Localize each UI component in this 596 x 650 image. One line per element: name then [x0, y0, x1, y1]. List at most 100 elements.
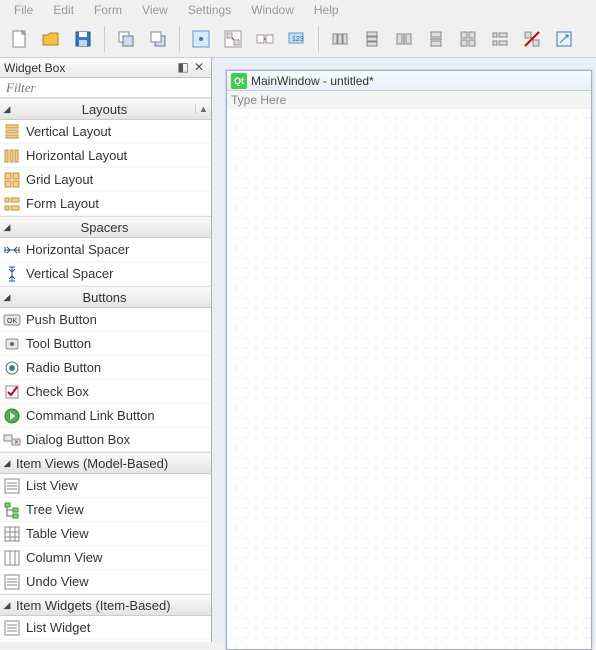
- widget-undo-view[interactable]: Undo View: [0, 570, 211, 594]
- widget-label: Tool Button: [26, 336, 91, 351]
- dialog-button-box-icon: ✕: [2, 430, 22, 450]
- form-title-label: MainWindow - untitled*: [251, 74, 374, 88]
- save-button[interactable]: [68, 24, 98, 54]
- menu-settings[interactable]: Settings: [178, 1, 241, 19]
- radio-button-icon: [2, 358, 22, 378]
- widget-column-view[interactable]: Column View: [0, 546, 211, 570]
- widget-label: Radio Button: [26, 360, 101, 375]
- widget-label: Vertical Spacer: [26, 266, 113, 281]
- layout-vertical-button[interactable]: [357, 24, 387, 54]
- tool-button-icon: [2, 334, 22, 354]
- collapse-arrow-icon: ◢: [0, 600, 14, 611]
- scroll-up-icon[interactable]: ▲: [195, 104, 211, 114]
- break-layout-button[interactable]: [517, 24, 547, 54]
- design-canvas[interactable]: Qt MainWindow - untitled* Type Here: [212, 58, 596, 642]
- menu-file[interactable]: File: [4, 1, 43, 19]
- new-form-button[interactable]: [4, 24, 34, 54]
- edit-buddies-button[interactable]: [250, 24, 280, 54]
- edit-taborder-button[interactable]: 123: [282, 24, 312, 54]
- layout-form-button[interactable]: [485, 24, 515, 54]
- widget-radio-button[interactable]: Radio Button: [0, 356, 211, 380]
- tree-view-icon: [2, 500, 22, 520]
- panel-float-button[interactable]: ◧: [175, 60, 191, 76]
- form-layout-icon: [2, 194, 22, 214]
- widget-tree[interactable]: ◢ Layouts ▲ Vertical Layout Horizontal L…: [0, 98, 211, 642]
- widget-tool-button[interactable]: Tool Button: [0, 332, 211, 356]
- widget-table-view[interactable]: Table View: [0, 522, 211, 546]
- list-view-icon: [2, 476, 22, 496]
- category-spacers[interactable]: ◢ Spacers: [0, 216, 211, 238]
- panel-close-button[interactable]: ✕: [191, 60, 207, 76]
- widget-label: List View: [26, 478, 78, 493]
- toolbar-separator: [179, 26, 180, 52]
- widget-form-layout[interactable]: Form Layout: [0, 192, 211, 216]
- type-here-placeholder[interactable]: Type Here: [231, 93, 286, 107]
- form-central-widget[interactable]: [227, 109, 591, 649]
- form-menubar[interactable]: Type Here: [227, 91, 591, 109]
- layout-horizontal-splitter-button[interactable]: [389, 24, 419, 54]
- collapse-arrow-icon: ◢: [0, 104, 14, 115]
- widget-vertical-layout[interactable]: Vertical Layout: [0, 120, 211, 144]
- menu-view[interactable]: View: [132, 1, 178, 19]
- menubar: File Edit Form View Settings Window Help: [0, 0, 596, 20]
- adjust-size-button[interactable]: [549, 24, 579, 54]
- menu-window[interactable]: Window: [241, 1, 304, 19]
- svg-text:✕: ✕: [14, 440, 19, 446]
- collapse-arrow-icon: ◢: [0, 292, 14, 303]
- filter-input[interactable]: [0, 78, 211, 98]
- widget-list-view[interactable]: List View: [0, 474, 211, 498]
- widget-push-button[interactable]: OK Push Button: [0, 308, 211, 332]
- widget-label: Vertical Layout: [26, 124, 111, 139]
- send-back-button[interactable]: [111, 24, 141, 54]
- widget-label: Tree View: [26, 502, 84, 517]
- widget-label: Horizontal Spacer: [26, 242, 129, 257]
- layout-horizontal-button[interactable]: [325, 24, 355, 54]
- layout-grid-button[interactable]: [453, 24, 483, 54]
- panel-titlebar: Widget Box ◧ ✕: [0, 58, 211, 78]
- widget-tree-view[interactable]: Tree View: [0, 498, 211, 522]
- category-layouts[interactable]: ◢ Layouts ▲: [0, 98, 211, 120]
- menu-edit[interactable]: Edit: [43, 1, 84, 19]
- widget-horizontal-layout[interactable]: Horizontal Layout: [0, 144, 211, 168]
- widget-label: Column View: [26, 550, 102, 565]
- vertical-spacer-icon: [2, 264, 22, 284]
- list-widget-icon: [2, 618, 22, 638]
- svg-text:OK: OK: [7, 318, 17, 325]
- widget-label: Undo View: [26, 574, 89, 589]
- widget-label: Command Link Button: [26, 408, 155, 423]
- qt-icon: Qt: [231, 73, 247, 89]
- edit-signals-button[interactable]: [218, 24, 248, 54]
- widget-list-widget[interactable]: List Widget: [0, 616, 211, 640]
- category-label: Layouts: [14, 102, 195, 117]
- panel-title-label: Widget Box: [4, 61, 65, 75]
- edit-widgets-button[interactable]: [186, 24, 216, 54]
- menu-help[interactable]: Help: [304, 1, 349, 19]
- widget-dialog-button-box[interactable]: ✕ Dialog Button Box: [0, 428, 211, 452]
- widget-grid-layout[interactable]: Grid Layout: [0, 168, 211, 192]
- collapse-arrow-icon: ◢: [0, 222, 14, 233]
- push-button-icon: OK: [2, 310, 22, 330]
- open-button[interactable]: [36, 24, 66, 54]
- category-label: Buttons: [14, 290, 195, 305]
- widget-label: Dialog Button Box: [26, 432, 130, 447]
- widget-label: Push Button: [26, 312, 97, 327]
- bring-front-button[interactable]: [143, 24, 173, 54]
- toolbar-separator: [318, 26, 319, 52]
- category-item-widgets[interactable]: ◢ Item Widgets (Item-Based): [0, 594, 211, 616]
- widget-label: Horizontal Layout: [26, 148, 127, 163]
- category-buttons[interactable]: ◢ Buttons: [0, 286, 211, 308]
- layout-vertical-splitter-button[interactable]: [421, 24, 451, 54]
- menu-form[interactable]: Form: [84, 1, 132, 19]
- category-label: Item Widgets (Item-Based): [14, 598, 211, 613]
- collapse-arrow-icon: ◢: [0, 458, 14, 469]
- widget-box-panel: Widget Box ◧ ✕ ◢ Layouts ▲ Vertical Layo…: [0, 58, 212, 642]
- widget-check-box[interactable]: Check Box: [0, 380, 211, 404]
- check-box-icon: [2, 382, 22, 402]
- widget-command-link-button[interactable]: Command Link Button: [0, 404, 211, 428]
- widget-label: Table View: [26, 526, 89, 541]
- widget-horizontal-spacer[interactable]: Horizontal Spacer: [0, 238, 211, 262]
- category-item-views[interactable]: ◢ Item Views (Model-Based): [0, 452, 211, 474]
- toolbar: 123: [0, 20, 596, 58]
- main-window-form[interactable]: Qt MainWindow - untitled* Type Here: [226, 70, 592, 650]
- widget-vertical-spacer[interactable]: Vertical Spacer: [0, 262, 211, 286]
